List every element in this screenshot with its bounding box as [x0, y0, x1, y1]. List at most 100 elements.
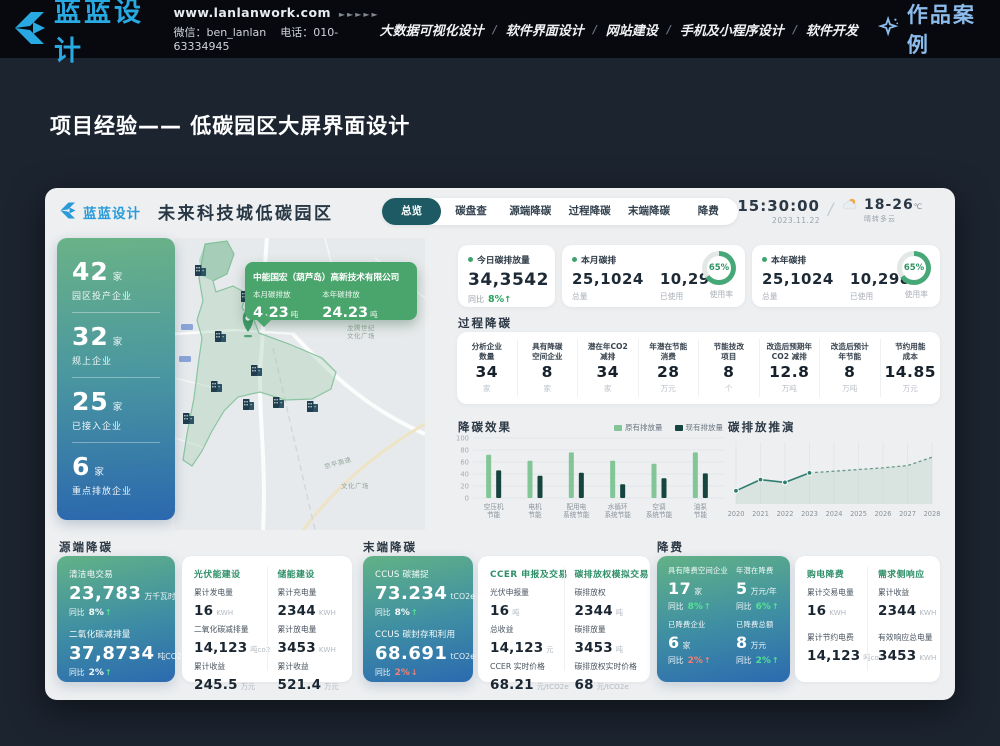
- road-badge: [179, 356, 191, 362]
- process-item-value: 8: [699, 363, 759, 381]
- site-logo-text: 蓝蓝设计: [54, 0, 159, 68]
- svg-text:2020: 2020: [728, 510, 744, 518]
- kpi-total: 25,1024总量: [762, 270, 834, 302]
- nav-item[interactable]: 网站建设: [606, 20, 658, 39]
- process-item: 分析企业 数量34家: [457, 339, 517, 397]
- tab-过程降碳[interactable]: 过程降碳: [560, 198, 619, 225]
- trend-arrow-icon: ↑: [105, 608, 112, 617]
- tab-源端降碳[interactable]: 源端降碳: [501, 198, 560, 225]
- fee-section-title: 降费: [657, 539, 684, 555]
- legend-item: 原有排放量: [614, 422, 663, 433]
- arrows-decoration: ►►►►►: [339, 10, 380, 19]
- nav-item[interactable]: 软件界面设计: [506, 20, 584, 39]
- stat-label: 园区投产企业: [72, 289, 160, 302]
- process-item-unit: 家: [518, 383, 578, 394]
- stat-value: 32: [72, 322, 109, 351]
- stat-row: 累计放电量3453KWH: [278, 624, 341, 656]
- dashboard-title: 未来科技城低碳园区: [158, 199, 334, 224]
- process-item-unit: 家: [457, 383, 517, 394]
- sub-panel: CCER 申报及交易光伏申报量16吨总收益14,123元CCER 实时价格68.…: [490, 567, 554, 671]
- process-item-label: 年潜在节能 消费: [639, 342, 699, 361]
- bar-chart-legend: 原有排放量 现有排放量: [545, 422, 723, 433]
- process-item-unit: 万元: [639, 383, 699, 394]
- sub-panel-title: 需求侧响应: [878, 567, 928, 580]
- sub-panel: 储能建设累计充电量2344KWH累计放电量3453KWH累计收益521.4万元: [267, 567, 341, 671]
- sub-panel-title: 储能建设: [278, 567, 341, 580]
- stat-row: 累计收益245.5万元: [194, 661, 257, 693]
- svg-text:60: 60: [460, 459, 469, 467]
- stat-unit: 家: [113, 402, 123, 413]
- kpi-value: 34,3542: [468, 270, 545, 290]
- stat-unit: 家: [113, 272, 123, 283]
- tab-碳盘查[interactable]: 碳盘查: [441, 198, 500, 225]
- stat-row: 累计节约电费14,123吨co2: [807, 632, 857, 672]
- stat-label: 重点排放企业: [72, 484, 160, 497]
- stat-label: 已接入企业: [72, 419, 160, 432]
- tab-bar: 总览碳盘查源端降碳过程降碳末端降碳降费: [382, 198, 738, 225]
- site-logo[interactable]: 蓝蓝设计: [12, 0, 159, 68]
- nav-separator: /: [793, 23, 797, 36]
- stat-row: 有效响应总电量3453KWH: [878, 632, 928, 672]
- kpi-yoy: 同比8%↑: [468, 294, 545, 305]
- green-dot-icon: [572, 257, 577, 262]
- emission-projection-line-chart: 202020212022202320242025202620272028: [728, 434, 940, 526]
- legend-swatch: [675, 425, 683, 431]
- map-label: 文化广场: [341, 481, 369, 490]
- sub-panel-title: 碳排放权模拟交易: [575, 567, 639, 580]
- page-title: 项目经验—— 低碳园区大屏界面设计: [50, 110, 410, 140]
- portfolio-button[interactable]: 作品案例: [878, 0, 988, 59]
- process-item-unit: 个: [699, 383, 759, 394]
- stat-row: 总收益14,123元: [490, 624, 554, 656]
- nav-item[interactable]: 手机及小程序设计: [680, 20, 784, 39]
- emission-effect-bar-chart: 020406080100空压机节能电机节能配用电系统节能水循环系统节能空调系统节…: [455, 434, 723, 526]
- stat-row: 碳排放量3453吨: [575, 624, 639, 656]
- kpi-label: 本年碳排: [771, 253, 806, 266]
- dashboard-brand-text: 蓝蓝设计: [83, 202, 141, 222]
- tab-末端降碳[interactable]: 末端降碳: [619, 198, 678, 225]
- process-section-title: 过程降碳: [458, 315, 512, 331]
- sub-panel-title: 光伏能建设: [194, 567, 257, 580]
- green-dot-icon: [468, 257, 473, 262]
- dashboard-screenshot: 蓝蓝设计 未来科技城低碳园区 总览碳盘查源端降碳过程降碳末端降碳降费 15:30…: [45, 188, 955, 700]
- terminal-section-title: 末端降碳: [363, 539, 417, 555]
- svg-text:系统节能: 系统节能: [604, 510, 631, 519]
- weather-widget: 18-26℃ 晴转多云: [842, 197, 923, 224]
- highlight-stat: CCUS 碳封存和利用68.691tCO2e同比2%↓: [375, 628, 461, 678]
- svg-text:2023: 2023: [801, 510, 818, 518]
- process-item-value: 28: [639, 363, 699, 381]
- process-item-value: 8: [518, 363, 578, 381]
- svg-text:2024: 2024: [826, 510, 843, 518]
- highlight-stat: 已降费总额8万元同比2%↑: [736, 620, 779, 672]
- svg-text:节能: 节能: [528, 510, 542, 519]
- terminal-highlight-card: CCUS 碳捕捉73.234tCO2e同比8%↑CCUS 碳封存和利用68.69…: [363, 556, 473, 682]
- tooltip-year-stat: 本年碳排放 24.23吨: [322, 289, 377, 321]
- lanlan-logo-icon: [12, 9, 46, 49]
- legend-item: 现有排放量: [675, 422, 724, 433]
- kpi-card-today: 今日碳排放量 34,3542 同比8%↑: [458, 245, 555, 307]
- stat-row: 累计发电量16KWH: [194, 587, 257, 619]
- stat-unit: 家: [94, 467, 104, 478]
- nav-separator: /: [493, 23, 497, 36]
- tab-总览[interactable]: 总览: [382, 198, 441, 225]
- svg-text:80: 80: [460, 447, 469, 455]
- line-chart-title: 碳排放推演: [728, 419, 796, 435]
- fee-detail-panel: 购电降费累计交易电量16KWH累计节约电费14,123吨co2需求侧响应累计收益…: [795, 556, 940, 682]
- nav-item[interactable]: 大数据可视化设计: [380, 20, 484, 39]
- company-name: 中能国宏（葫芦岛）高新技术有限公司: [253, 270, 409, 283]
- process-item: 改造后预期年 CO2 减排12.8万吨: [759, 339, 820, 397]
- site-url[interactable]: www.lanlanwork.com►►►►►: [173, 5, 379, 20]
- up-arrow-icon: ↑: [504, 295, 511, 305]
- svg-text:空压机: 空压机: [484, 502, 504, 511]
- stat-value: 25: [72, 387, 109, 416]
- nav-separator: /: [667, 23, 671, 36]
- stat-unit: 家: [113, 337, 123, 348]
- process-item: 改造后预计 年节能8万吨: [819, 339, 880, 397]
- nav-item[interactable]: 软件开发: [806, 20, 858, 39]
- process-item: 潜在年CO2 减排34家: [577, 339, 638, 397]
- trend-arrow-icon: ↑: [772, 656, 779, 665]
- highlight-stat: 具有降费空间企业17家同比8%↑: [668, 566, 728, 618]
- tab-降费[interactable]: 降费: [679, 198, 738, 225]
- usage-donut: 65%: [702, 251, 736, 285]
- sidebar-stat: 42家园区投产企业: [72, 248, 160, 313]
- svg-text:油泵: 油泵: [694, 502, 708, 511]
